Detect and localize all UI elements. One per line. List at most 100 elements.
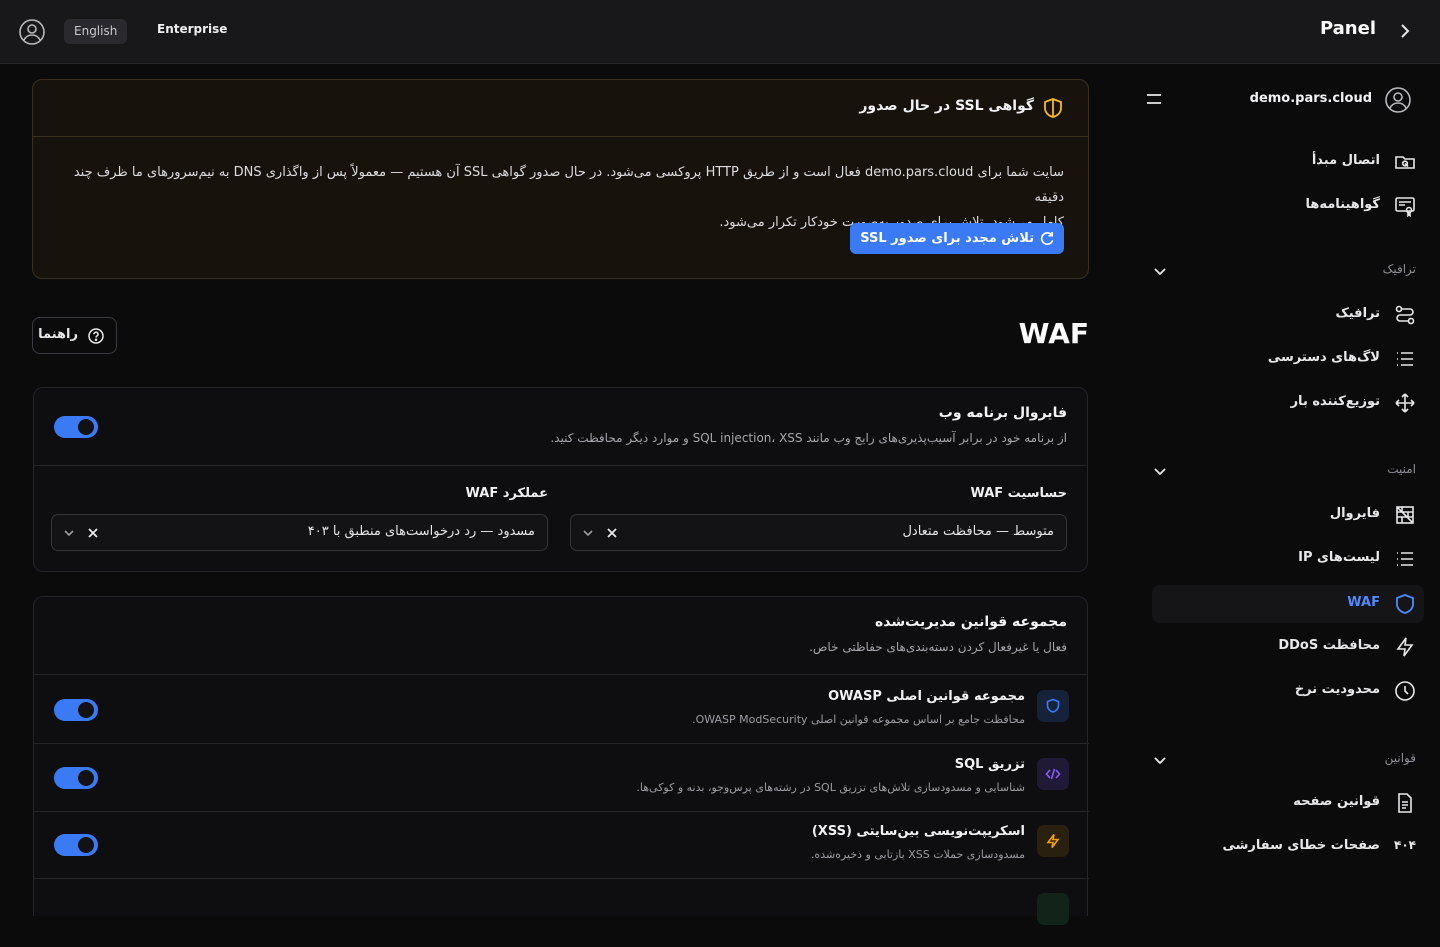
- retry-ssl-button[interactable]: تلاش مجدد برای صدور SSL: [850, 223, 1064, 254]
- ssl-banner-line-1: سایت شما برای demo.pars.cloud فعال است و…: [73, 165, 1064, 205]
- ruleset-description: مسدودسازی حملات XSS بازتابی و ذخیره‌شده.: [810, 848, 1025, 861]
- ruleset-title: تزریق SQL: [954, 757, 1025, 772]
- sensitivity-value: متوسط — محافظت متعادل: [902, 524, 1054, 539]
- main-content: گواهی SSL در حال صدور سایت شما برای demo…: [32, 65, 1089, 925]
- sidebar-item-label: WAF: [1347, 595, 1380, 610]
- sidebar-section-traffic[interactable]: ترافیک: [1152, 259, 1416, 283]
- sidebar: demo.pars.cloud اتصال مبدأ گواهینامه‌ها …: [1140, 65, 1440, 900]
- clock-icon: [1395, 681, 1415, 701]
- sensitivity-select[interactable]: متوسط — محافظت متعادل: [570, 514, 1067, 551]
- code-icon: [1045, 768, 1061, 780]
- ruleset-xss: اسکریپت‌نویسی بین‌سایتی (XSS) مسدودسازی …: [34, 811, 1089, 879]
- rulesets-description: فعال یا غیرفعال کردن دسته‌بندی‌های حفاظت…: [809, 640, 1067, 654]
- ruleset-title: مجموعه قوانین اصلی OWASP: [828, 689, 1025, 704]
- action-label: عملکرد WAF: [465, 486, 548, 501]
- chevron-down-icon[interactable]: [62, 526, 76, 540]
- sidebar-item-label: ترافیک: [1335, 306, 1380, 321]
- folder-link-icon: [1395, 156, 1415, 169]
- firewall-icon: [1396, 506, 1414, 524]
- ruleset-owasp: مجموعه قوانین اصلی OWASP محافظت جامع بر …: [34, 676, 1089, 744]
- sidebar-item-traffic[interactable]: ترافیک: [1152, 296, 1424, 334]
- ruleset-icon-box: [1037, 893, 1069, 925]
- sidebar-item-certificates[interactable]: گواهینامه‌ها: [1152, 187, 1424, 225]
- hamburger-menu-icon[interactable]: [1144, 89, 1164, 109]
- sidebar-item-label: اتصال مبدأ: [1311, 153, 1380, 168]
- waf-card-title: فایروال برنامه وب: [938, 405, 1067, 421]
- sidebar-item-waf[interactable]: WAF: [1152, 585, 1424, 623]
- ruleset-icon-box: [1037, 825, 1069, 857]
- waf-card-header: فایروال برنامه وب از برنامه خود در برابر…: [34, 388, 1087, 466]
- ruleset-owasp-toggle[interactable]: [54, 699, 98, 721]
- shield-half-icon: [1044, 98, 1062, 118]
- ruleset-description: محافظت جامع بر اساس مجموعه قوانین اصلی O…: [692, 713, 1025, 726]
- sidebar-item-label: فایروال: [1329, 506, 1380, 521]
- ruleset-sql-toggle[interactable]: [54, 767, 98, 789]
- ruleset-sql-injection: تزریق SQL شناسایی و مسدودسازی تلاش‌های ت…: [34, 744, 1089, 812]
- site-avatar-icon: [1385, 87, 1411, 113]
- list-icon: [1397, 552, 1413, 566]
- refresh-icon: [1040, 231, 1054, 245]
- sidebar-item-access-logs[interactable]: لاگ‌های دسترسی: [1152, 340, 1424, 378]
- section-label: قوانین: [1384, 751, 1416, 765]
- sensitivity-label: حساسیت WAF: [970, 486, 1067, 501]
- managed-rulesets-card: مجموعه قوانین مدیریت‌شده فعال یا غیرفعال…: [33, 596, 1089, 925]
- site-domain[interactable]: demo.pars.cloud: [1250, 91, 1372, 106]
- ruleset-icon-box: [1037, 758, 1069, 790]
- waf-settings-card: فایروال برنامه وب از برنامه خود در برابر…: [33, 387, 1088, 572]
- certificate-icon: [1395, 197, 1415, 217]
- sidebar-item-label: لیست‌های IP: [1298, 550, 1380, 565]
- list-icon: [1397, 352, 1413, 366]
- sidebar-item-label: محافظت DDoS: [1278, 638, 1380, 653]
- chevron-right-icon[interactable]: [1396, 22, 1414, 40]
- user-account-icon[interactable]: [18, 18, 46, 46]
- sidebar-header: demo.pars.cloud: [1147, 85, 1424, 115]
- sidebar-item-ip-lists[interactable]: لیست‌های IP: [1152, 540, 1424, 578]
- clear-icon[interactable]: [86, 526, 100, 540]
- sidebar-item-label: توزیع‌کننده بار: [1290, 394, 1380, 409]
- help-circle-icon: [88, 328, 104, 344]
- sidebar-item-label: قوانین صفحه: [1293, 794, 1380, 809]
- ssl-banner-header: گواهی SSL در حال صدور: [33, 80, 1088, 137]
- help-button[interactable]: راهنما: [32, 317, 117, 354]
- sidebar-item-origin[interactable]: اتصال مبدأ: [1152, 143, 1424, 181]
- section-label: ترافیک: [1382, 262, 1416, 276]
- sidebar-item-label: محدودیت نرخ: [1294, 682, 1380, 697]
- top-bar: English Enterprise Panel: [0, 0, 1440, 64]
- chevron-down-icon[interactable]: [1152, 752, 1168, 768]
- ruleset-description: شناسایی و مسدودسازی تلاش‌های تزریق SQL د…: [636, 781, 1025, 794]
- waf-enabled-toggle[interactable]: [54, 416, 98, 438]
- sidebar-item-rate-limit[interactable]: محدودیت نرخ: [1152, 672, 1424, 710]
- clear-icon[interactable]: [605, 526, 619, 540]
- ruleset-title: اسکریپت‌نویسی بین‌سایتی (XSS): [811, 824, 1025, 839]
- sidebar-item-label: صفحات خطای سفارشی: [1222, 838, 1380, 853]
- rulesets-title: مجموعه قوانین مدیریت‌شده: [875, 614, 1067, 630]
- shield-icon: [1396, 594, 1414, 614]
- retry-ssl-label: تلاش مجدد برای صدور SSL: [860, 231, 1034, 246]
- sidebar-item-label: گواهینامه‌ها: [1305, 197, 1380, 212]
- sidebar-item-ddos[interactable]: محافظت DDoS: [1152, 628, 1424, 666]
- ruleset-xss-toggle[interactable]: [54, 834, 98, 856]
- ruleset-icon-box: [1037, 690, 1069, 722]
- sidebar-item-label: لاگ‌های دسترسی: [1267, 350, 1380, 365]
- chevron-down-icon[interactable]: [1152, 263, 1168, 279]
- sidebar-item-page-rules[interactable]: قوانین صفحه: [1152, 784, 1424, 822]
- action-select[interactable]: مسدود — رد درخواست‌های منطبق با ۴۰۳: [51, 514, 548, 551]
- sidebar-item-load-balancer[interactable]: توزیع‌کننده بار: [1152, 384, 1424, 422]
- language-button[interactable]: English: [64, 19, 128, 44]
- sidebar-item-custom-error-pages[interactable]: ۴۰۴ صفحات خطای سفارشی: [1152, 828, 1424, 866]
- chevron-down-icon[interactable]: [581, 526, 595, 540]
- chevron-down-icon[interactable]: [1152, 463, 1168, 479]
- bolt-icon: [1046, 834, 1060, 848]
- ruleset-partial-row: [34, 879, 1089, 947]
- 404-icon: ۴۰۴: [1394, 838, 1416, 852]
- sidebar-section-rules[interactable]: قوانین: [1152, 748, 1416, 772]
- page-title: WAF: [1018, 317, 1089, 350]
- bolt-icon: [1396, 637, 1414, 657]
- plan-label: Enterprise: [157, 22, 228, 36]
- sidebar-section-security[interactable]: امنیت: [1152, 459, 1416, 483]
- waf-card-description: از برنامه خود در برابر آسیب‌پذیری‌های را…: [550, 431, 1067, 445]
- rulesets-header: مجموعه قوانین مدیریت‌شده فعال یا غیرفعال…: [34, 597, 1087, 675]
- sidebar-item-firewall[interactable]: فایروال: [1152, 496, 1424, 534]
- panel-title[interactable]: Panel: [1320, 18, 1376, 39]
- shield-icon: [1046, 698, 1060, 713]
